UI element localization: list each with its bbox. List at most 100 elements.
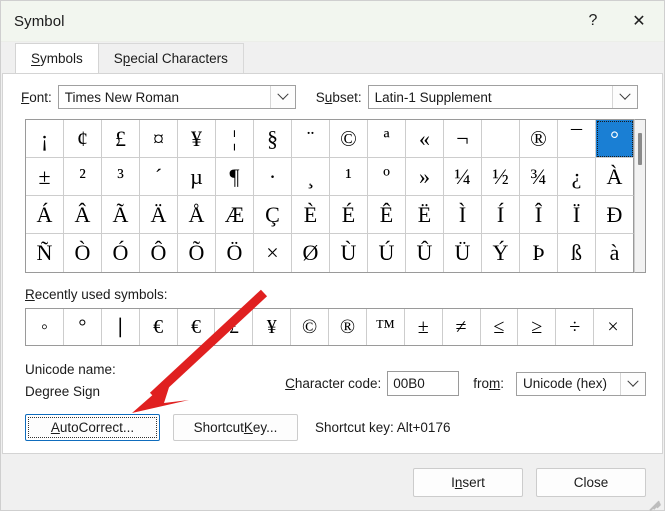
symbol-cell[interactable]: Ð <box>596 196 634 234</box>
symbol-cell[interactable]: ° <box>596 120 634 158</box>
recent-symbol-cell[interactable]: © <box>291 309 329 345</box>
symbol-cell[interactable]: ¤ <box>140 120 178 158</box>
recent-symbol-cell[interactable]: € <box>140 309 178 345</box>
symbol-cell[interactable]: Ñ <box>26 234 64 272</box>
symbol-cell[interactable]: Ì <box>444 196 482 234</box>
symbol-cell[interactable]: © <box>330 120 368 158</box>
symbol-cell[interactable]: Ç <box>254 196 292 234</box>
symbol-cell[interactable]: ¶ <box>216 158 254 196</box>
symbol-cell[interactable]: À <box>596 158 634 196</box>
symbol-cell[interactable]: Ø <box>292 234 330 272</box>
symbol-cell[interactable]: Ù <box>330 234 368 272</box>
recent-symbol-cell[interactable]: × <box>594 309 632 345</box>
symbol-cell[interactable]: ¬ <box>444 120 482 158</box>
symbol-cell[interactable]: Ä <box>140 196 178 234</box>
symbol-cell[interactable]: « <box>406 120 444 158</box>
symbol-cell[interactable]: ª <box>368 120 406 158</box>
symbol-cell[interactable]: £ <box>102 120 140 158</box>
symbol-cell[interactable]: Ú <box>368 234 406 272</box>
close-icon[interactable]: ✕ <box>616 1 662 41</box>
symbol-cell[interactable]: ¥ <box>178 120 216 158</box>
symbol-grid-scrollbar[interactable] <box>634 119 646 273</box>
symbol-cell[interactable]: ½ <box>482 158 520 196</box>
recent-symbol-cell[interactable]: ≤ <box>481 309 519 345</box>
recent-symbol-cell[interactable]: £ <box>215 309 254 345</box>
symbol-cell[interactable]: É <box>330 196 368 234</box>
symbol-cell[interactable]: ¾ <box>520 158 558 196</box>
symbol-cell[interactable]: Ô <box>140 234 178 272</box>
shortcut-key-button[interactable]: Shortcut Key... <box>173 414 298 441</box>
symbol-cell[interactable]: Û <box>406 234 444 272</box>
scrollbar-thumb[interactable] <box>638 133 642 165</box>
tab-symbols[interactable]: Symbols <box>15 43 99 73</box>
symbol-cell[interactable]: ¯ <box>558 120 596 158</box>
chevron-down-icon[interactable] <box>269 86 295 108</box>
symbol-cell[interactable]: ® <box>520 120 558 158</box>
symbol-cell[interactable]: ´ <box>140 158 178 196</box>
symbol-cell[interactable]: ± <box>26 158 64 196</box>
insert-button[interactable]: In sert <box>413 467 523 497</box>
help-icon[interactable]: ? <box>570 1 616 41</box>
character-code-input[interactable]: 00B0 <box>387 371 460 396</box>
symbol-cell[interactable]: ³ <box>102 158 140 196</box>
recent-symbol-cell[interactable]: ≠ <box>443 309 481 345</box>
symbol-cell[interactable]: Ë <box>406 196 444 234</box>
resize-grip[interactable] <box>648 494 662 511</box>
symbol-cell[interactable]: Ã <box>102 196 140 234</box>
symbol-cell[interactable]: ¨ <box>292 120 330 158</box>
symbol-cell[interactable]: ¡ <box>26 120 64 158</box>
symbol-cell[interactable]: Á <box>26 196 64 234</box>
symbol-cell[interactable]: ¦ <box>216 120 254 158</box>
recent-symbol-cell[interactable]: ◦ <box>26 309 64 345</box>
symbol-cell[interactable]: ¼ <box>444 158 482 196</box>
recent-symbol-cell[interactable]: ∣ <box>102 309 140 345</box>
symbol-cell[interactable]: ² <box>64 158 102 196</box>
recent-symbol-cell[interactable]: ™ <box>367 309 405 345</box>
font-select[interactable]: Times New Roman <box>57 85 296 109</box>
symbol-cell[interactable]: Ï <box>558 196 596 234</box>
symbol-cell[interactable]: Ò <box>64 234 102 272</box>
subset-select[interactable]: Latin-1 Supplement <box>367 85 638 109</box>
symbol-cell[interactable]: ¢ <box>64 120 102 158</box>
symbol-cell[interactable]: § <box>254 120 292 158</box>
symbol-cell[interactable]: Ê <box>368 196 406 234</box>
symbol-cell[interactable]: Â <box>64 196 102 234</box>
recent-symbol-cell[interactable]: ≥ <box>518 309 557 345</box>
close-button[interactable]: Close <box>536 467 646 497</box>
symbol-cell[interactable]: Þ <box>520 234 558 272</box>
recent-symbol-cell[interactable]: ± <box>405 309 443 345</box>
symbol-cell[interactable]: ¸ <box>292 158 330 196</box>
symbol-grid[interactable]: ¡¢£¤¥¦§¨©ª«¬­®¯° ±²³´µ¶·¸¹º»¼½¾¿À ÁÂÃÄÅÆÇÈ… <box>25 119 634 273</box>
symbol-cell[interactable]: Å <box>178 196 216 234</box>
symbol-cell[interactable]: ß <box>558 234 596 272</box>
symbol-cell[interactable]: Ó <box>102 234 140 272</box>
recent-symbol-cell[interactable]: ÷ <box>556 309 595 345</box>
chevron-down-icon[interactable] <box>611 86 637 108</box>
symbol-cell[interactable]: Ý <box>482 234 520 272</box>
symbol-cell[interactable]: · <box>254 158 292 196</box>
symbol-cell[interactable]: º <box>368 158 406 196</box>
tab-special-characters[interactable]: Special Characters <box>97 43 244 73</box>
symbol-cell[interactable]: Ü <box>444 234 482 272</box>
symbol-cell[interactable]: È <box>292 196 330 234</box>
chevron-down-icon[interactable] <box>620 372 645 395</box>
symbol-cell[interactable]: Õ <box>178 234 216 272</box>
symbol-cell[interactable]: » <box>406 158 444 196</box>
recent-symbol-cell[interactable]: ¥ <box>253 309 292 345</box>
symbol-cell[interactable]: à <box>596 234 634 272</box>
symbol-cell[interactable]: × <box>254 234 292 272</box>
autocorrect-button[interactable]: AutoCorrect... <box>25 414 160 441</box>
symbol-cell[interactable]: ¿ <box>558 158 596 196</box>
from-select[interactable]: Unicode (hex) <box>516 371 646 396</box>
symbol-cell[interactable]: Æ <box>216 196 254 234</box>
symbol-cell[interactable]: Í <box>482 196 520 234</box>
recent-symbol-cell[interactable]: € <box>178 309 216 345</box>
symbol-cell[interactable]: Î <box>520 196 558 234</box>
symbol-cell[interactable]: ¹ <box>330 158 368 196</box>
symbol-cell[interactable]: Ö <box>216 234 254 272</box>
symbol-cell[interactable]: µ <box>178 158 216 196</box>
recently-used-grid[interactable]: ◦ ° ∣ € € £ ¥ © ® ™ ± ≠ ≤ ≥ ÷ × <box>25 308 633 346</box>
symbol-cell[interactable]: ­ <box>482 120 520 158</box>
recent-symbol-cell[interactable]: ° <box>64 309 102 345</box>
recent-symbol-cell[interactable]: ® <box>329 309 367 345</box>
